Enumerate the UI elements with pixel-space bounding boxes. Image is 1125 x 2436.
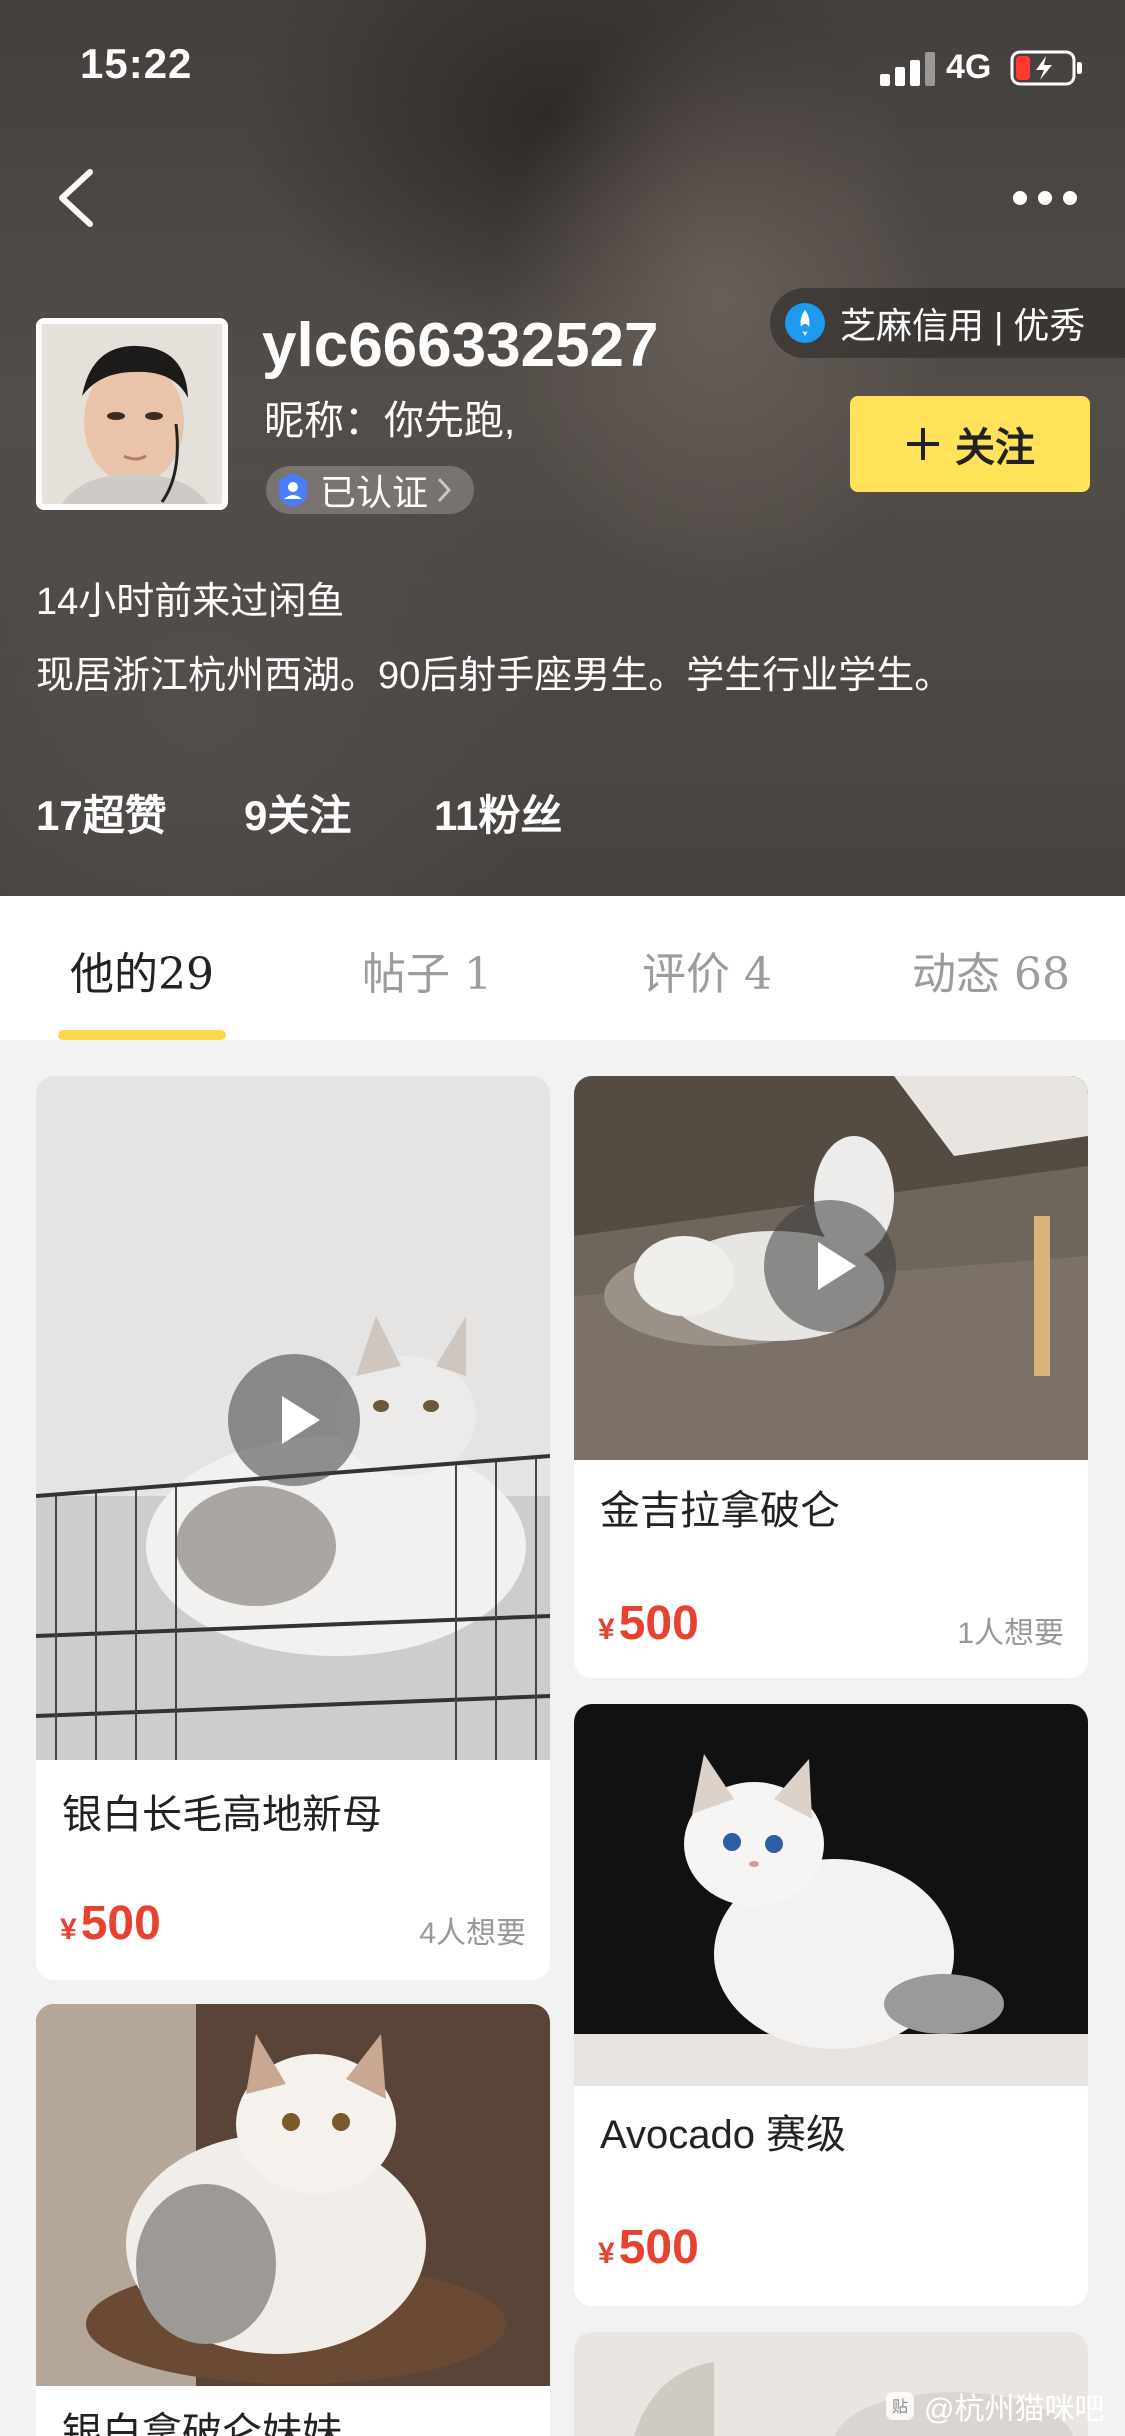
item-price: ¥500	[598, 2220, 699, 2275]
watermark-text: @杭州猫咪吧	[924, 2393, 1105, 2426]
item-card[interactable]: 银白长毛高地新母 ¥500 4人想要	[36, 1076, 550, 1980]
item-title: 金吉拉拿破仑	[600, 1489, 840, 1533]
avatar[interactable]	[36, 318, 228, 510]
play-icon[interactable]	[764, 1200, 896, 1332]
sesame-credit-badge[interactable]: 芝麻信用 | 优秀	[770, 288, 1125, 358]
status-time: 15:22	[80, 40, 193, 87]
avatar-image	[42, 324, 222, 504]
sesame-credit-icon	[785, 303, 825, 343]
item-card[interactable]: 银白拿破仑妹妹	[36, 2004, 550, 2436]
item-card[interactable]: 金吉拉拿破仑 ¥500 1人想要	[574, 1076, 1088, 1678]
more-icon[interactable]	[1012, 188, 1078, 208]
watermark: 贴 @杭州猫咪吧	[884, 2384, 1104, 2428]
tab-reviews[interactable]: 评价 4	[642, 938, 772, 1002]
last-seen-text: 14小时前来过闲鱼	[36, 581, 345, 623]
item-price: ¥500	[598, 1596, 699, 1651]
item-card[interactable]: Avocado 赛级 ¥500	[574, 1704, 1088, 2306]
signal-icon	[880, 52, 935, 86]
svg-text:贴: 贴	[892, 2397, 908, 2416]
tab-moments[interactable]: 动态 68	[912, 938, 1070, 1002]
verified-badge[interactable]: 已认证	[266, 466, 475, 514]
profile-header: 15:22 4G ylc666332527 昵称：你先跑, 已认证 芝麻信用 |…	[0, 0, 1125, 896]
tab-items[interactable]: 他的29	[70, 938, 214, 1002]
plus-icon	[907, 428, 939, 460]
credit-label: 芝麻信用 | 优秀	[840, 305, 1086, 346]
verified-shield-icon	[279, 473, 307, 507]
network-type: 4G	[946, 48, 992, 86]
username: ylc666332527	[262, 311, 659, 380]
active-tab-indicator	[58, 1030, 226, 1040]
follow-button[interactable]: 关注	[850, 396, 1090, 492]
item-want-count: 1人想要	[957, 1617, 1064, 1650]
tab-posts[interactable]: 帖子 1	[362, 938, 492, 1002]
bio-text: 现居浙江杭州西湖。90后射手座男生。学生行业学生。	[36, 655, 953, 697]
price-value: 500	[618, 1597, 699, 1650]
price-value: 500	[618, 2221, 699, 2274]
currency-symbol: ¥	[598, 1613, 615, 1646]
item-price: ¥500	[60, 1896, 161, 1951]
nickname: 昵称：你先跑,	[264, 399, 516, 443]
item-photo	[36, 2004, 550, 2386]
battery-icon	[1010, 50, 1082, 86]
chevron-right-icon	[437, 477, 452, 503]
verified-label: 已认证	[320, 472, 429, 513]
price-value: 500	[80, 1897, 161, 1950]
item-title: Avocado 赛级	[600, 2113, 847, 2157]
stat-followers[interactable]: 11粉丝	[434, 782, 562, 843]
currency-symbol: ¥	[60, 1913, 77, 1946]
back-arrow-icon[interactable]	[56, 168, 96, 228]
item-want-count: 4人想要	[419, 1917, 526, 1950]
tab-bar: 他的29 帖子 1 评价 4 动态 68	[0, 896, 1125, 1040]
follow-label: 关注	[955, 426, 1035, 470]
play-icon[interactable]	[228, 1354, 360, 1486]
stat-following[interactable]: 9关注	[244, 782, 351, 843]
stat-likes[interactable]: 17超赞	[36, 782, 167, 843]
item-photo	[574, 1704, 1088, 2086]
item-title: 银白拿破仑妹妹	[62, 2411, 342, 2436]
item-title: 银白长毛高地新母	[62, 1793, 382, 1837]
currency-symbol: ¥	[598, 2237, 615, 2270]
tieba-icon: 贴	[886, 2392, 914, 2420]
